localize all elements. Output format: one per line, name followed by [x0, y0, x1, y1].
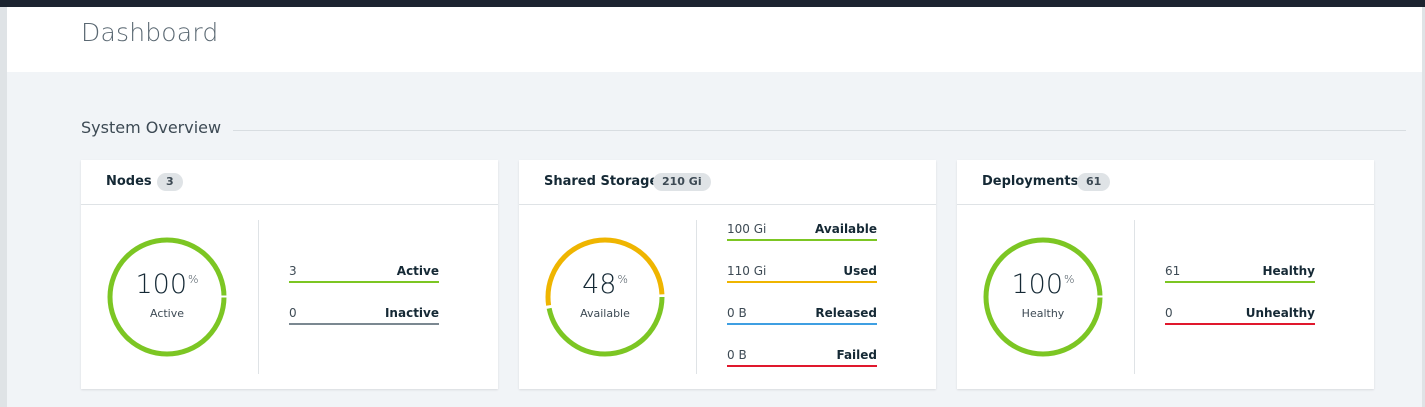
donut-center: 100% Active — [105, 235, 229, 359]
legend-label: Failed — [836, 348, 877, 362]
vertical-divider — [696, 220, 697, 374]
legend-value: 110 Gi — [727, 264, 767, 278]
page-header: Dashboard — [7, 7, 1422, 72]
legend-label: Inactive — [384, 306, 439, 320]
legend-color-line — [289, 281, 439, 283]
legend-color-line — [727, 323, 877, 325]
legend-value: 0 B — [727, 348, 747, 362]
legend-color-line — [727, 239, 877, 241]
card-title: Deployments — [982, 174, 1079, 189]
donut-percent: 100% — [1011, 269, 1075, 300]
count-badge: 3 — [157, 173, 183, 191]
legend-value: 0 — [289, 306, 297, 320]
legend-value: 0 — [1165, 306, 1173, 320]
legend-label: Released — [815, 306, 877, 320]
legend-label: Active — [396, 264, 439, 278]
legend-row-released: 0 B Released — [727, 306, 877, 326]
capacity-badge: 210 Gi — [653, 173, 711, 191]
legend-label: Healthy — [1262, 264, 1316, 278]
vertical-divider — [1134, 220, 1135, 374]
legend-row-failed: 0 B Failed — [727, 348, 877, 368]
page-title: Dashboard — [81, 18, 219, 47]
legend-value: 3 — [289, 264, 297, 278]
top-navigation-bar — [0, 0, 1425, 7]
legend-label: Available — [815, 222, 877, 236]
donut-label: Available — [580, 307, 630, 320]
legend-row-healthy: 61 Healthy — [1165, 264, 1315, 284]
legend-row-inactive: 0 Inactive — [289, 306, 439, 326]
donut-percent: 48% — [582, 269, 628, 300]
count-badge: 61 — [1077, 173, 1111, 191]
vertical-divider — [258, 220, 259, 374]
legend-value: 100 Gi — [727, 222, 767, 236]
legend-color-line — [1165, 281, 1315, 283]
left-edge — [0, 7, 7, 407]
legend-color-line — [727, 281, 877, 283]
legend-value: 0 B — [727, 306, 747, 320]
card-header: Deployments 61 — [957, 160, 1374, 205]
legend-row-unhealthy: 0 Unhealthy — [1165, 306, 1315, 326]
card-title: Shared Storage — [544, 174, 659, 189]
card-header: Nodes 3 — [81, 160, 498, 205]
legend-color-line — [727, 365, 877, 367]
legend-row-used: 110 Gi Used — [727, 264, 877, 284]
card-header: Shared Storage 210 Gi — [519, 160, 936, 205]
legend-label: Used — [843, 264, 877, 278]
donut-center: 48% Available — [543, 235, 667, 359]
donut-label: Active — [149, 307, 185, 320]
card-title: Nodes — [106, 174, 152, 189]
shared-storage-card[interactable]: Shared Storage 210 Gi 48% Available 100 … — [519, 160, 936, 389]
legend-value: 61 — [1165, 264, 1181, 278]
donut-percent: 100% — [135, 269, 199, 300]
legend-label: Unhealthy — [1245, 306, 1315, 320]
donut-label: Healthy — [1021, 307, 1065, 320]
legend-row-active: 3 Active — [289, 264, 439, 284]
section-divider — [233, 130, 1406, 131]
section-title: System Overview — [81, 118, 222, 137]
nodes-card[interactable]: Nodes 3 100% Active 3 Active 0 Inactive — [81, 160, 498, 389]
legend-row-available: 100 Gi Available — [727, 222, 877, 242]
legend-color-line — [1165, 323, 1315, 325]
deployments-card[interactable]: Deployments 61 100% Healthy 61 Healthy 0… — [957, 160, 1374, 389]
donut-center: 100% Healthy — [981, 235, 1105, 359]
legend-color-line — [289, 323, 439, 325]
